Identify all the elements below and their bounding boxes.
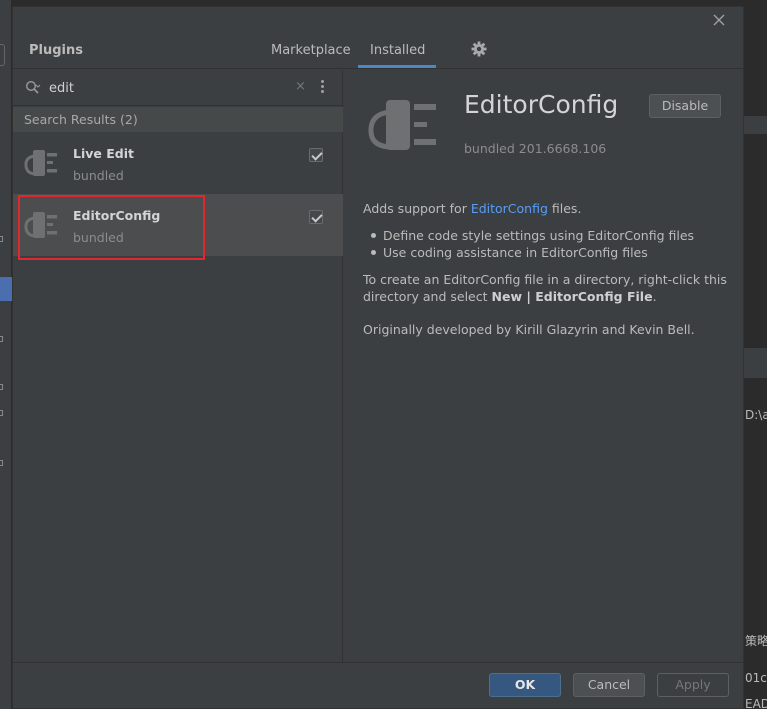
plugin-enabled-checkbox[interactable] <box>309 148 323 162</box>
feature-item: Define code style settings using EditorC… <box>363 227 733 244</box>
plugin-name: Live Edit <box>73 146 134 161</box>
ide-left-marker <box>0 384 3 390</box>
editorconfig-link[interactable]: EditorConfig <box>471 201 548 216</box>
ide-background-left <box>0 0 12 709</box>
description-credits: Originally developed by Kirill Glazyrin … <box>363 322 695 337</box>
plugin-list-pane: × Search Results (2) Live Edit bundled <box>13 70 343 662</box>
gear-icon[interactable] <box>470 40 488 58</box>
search-results-count: Search Results (2) <box>24 112 138 127</box>
ide-left-marker <box>0 336 3 342</box>
ide-left-button <box>0 44 5 66</box>
plugin-version: bundled 201.6668.106 <box>464 141 607 156</box>
cancel-button[interactable]: Cancel <box>573 673 645 697</box>
ok-button[interactable]: OK <box>489 673 561 697</box>
search-icon[interactable] <box>25 80 41 96</box>
menu-path-text: New | EditorConfig File <box>491 289 653 304</box>
ide-right-text: D:\a <box>745 408 767 422</box>
plug-icon <box>23 144 63 182</box>
ide-right-text: 策略 <box>745 634 767 648</box>
dialog-footer: OK Cancel Apply <box>13 662 743 708</box>
feature-list: Define code style settings using EditorC… <box>363 227 733 261</box>
ide-right-text: EAD <box>745 697 767 709</box>
tab-marketplace[interactable]: Marketplace <box>271 43 351 58</box>
ide-left-selection <box>0 277 12 301</box>
ide-background-right: D:\a 策略 01cb EAD <box>744 0 767 709</box>
intro-text-end: files. <box>547 201 582 216</box>
selection-highlight-box <box>18 195 205 260</box>
ide-right-band <box>744 348 767 378</box>
description-intro: Adds support for EditorConfig files. <box>363 200 733 217</box>
dialog-title: Plugins <box>29 43 83 58</box>
plugin-enabled-checkbox[interactable] <box>309 210 323 224</box>
plugin-list-item-live-edit[interactable]: Live Edit bundled <box>13 132 343 194</box>
ide-left-marker <box>0 236 3 242</box>
plugins-dialog: Plugins Marketplace Installed edit × Sea… <box>12 6 744 709</box>
disable-button[interactable]: Disable <box>649 94 721 118</box>
ide-left-marker <box>0 410 3 416</box>
tab-installed[interactable]: Installed <box>370 43 425 58</box>
search-bar: × <box>13 70 343 106</box>
plugin-detail-pane: EditorConfig Disable bundled 201.6668.10… <box>344 70 743 662</box>
intro-text: Adds support for <box>363 201 471 216</box>
plugin-vendor: bundled <box>73 168 124 183</box>
active-tab-indicator <box>358 65 436 68</box>
ide-left-marker <box>0 460 3 466</box>
dialog-header: Plugins Marketplace Installed <box>13 35 743 69</box>
more-vertical-icon[interactable] <box>316 78 328 98</box>
close-icon[interactable] <box>711 13 727 29</box>
search-input[interactable] <box>49 79 289 97</box>
ide-right-band <box>744 116 767 134</box>
search-results-header: Search Results (2) <box>13 107 343 132</box>
plugin-description: Adds support for EditorConfig files. Def… <box>363 200 733 338</box>
apply-button[interactable]: Apply <box>657 673 729 697</box>
clear-search-icon[interactable]: × <box>295 79 306 94</box>
ide-right-text: 01cb <box>745 671 767 685</box>
plugin-detail-name: EditorConfig <box>464 90 619 119</box>
plug-icon <box>366 90 442 160</box>
feature-item: Use coding assistance in EditorConfig fi… <box>363 244 733 261</box>
description-instructions: To create an EditorConfig file in a dire… <box>363 271 733 305</box>
instructions-text-end: . <box>652 289 657 304</box>
